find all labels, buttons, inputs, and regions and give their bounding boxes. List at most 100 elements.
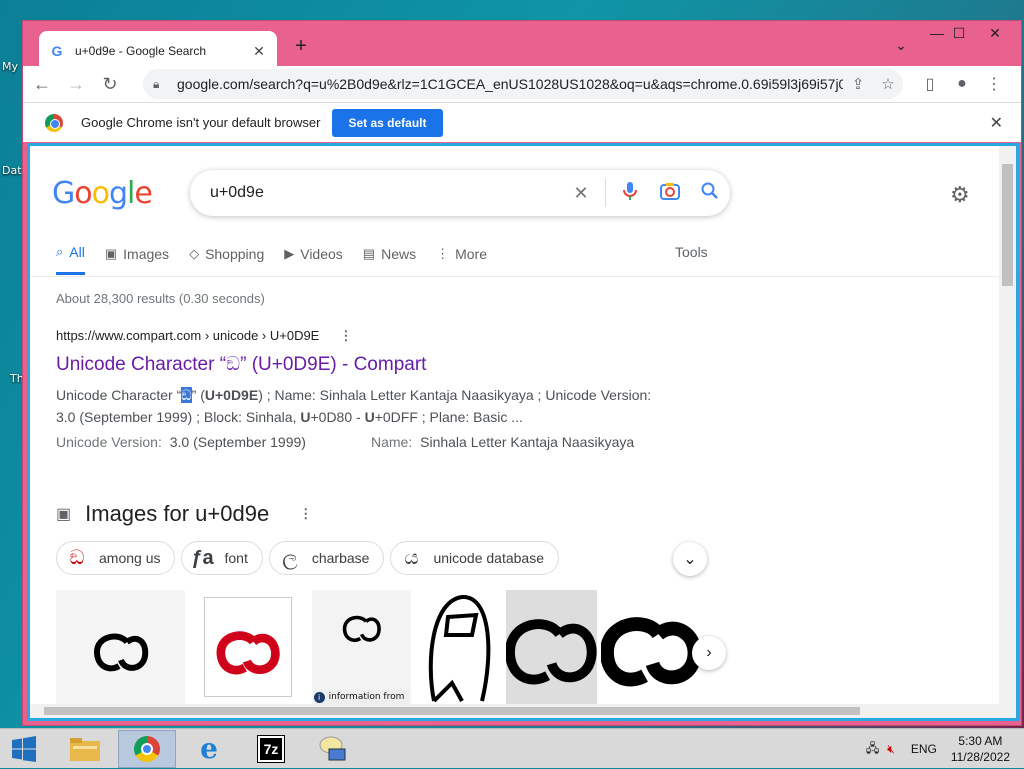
share-icon[interactable]: ⇪	[843, 75, 873, 93]
camera-lens-icon[interactable]	[650, 182, 690, 205]
internet-explorer-icon[interactable]: e	[180, 730, 238, 768]
chip-charbase[interactable]: ල charbase	[268, 541, 385, 575]
muted-speaker-icon[interactable]: 🔇︎	[887, 742, 895, 757]
snippet-bold: U	[300, 409, 311, 425]
tools-button[interactable]: Tools	[675, 244, 708, 260]
result-more-kebab-icon[interactable]: ⋮	[339, 328, 352, 343]
microphone-icon[interactable]	[610, 181, 650, 206]
scroll-thumb[interactable]	[44, 707, 860, 715]
search-input[interactable]: u+0d9e	[210, 184, 561, 202]
reload-icon[interactable]: ↻	[95, 69, 125, 99]
chip-among-us[interactable]: ඞ among us	[56, 541, 176, 575]
tab-shopping[interactable]: ◇ Shopping	[189, 244, 264, 275]
image-icon: ▣	[104, 245, 118, 261]
settings-gear-icon[interactable]: ⚙	[950, 182, 970, 208]
fact-value: Sinhala Letter Kantaja Naasikyaya	[420, 434, 635, 450]
remote-desktop-icon[interactable]	[304, 730, 362, 768]
start-windows-icon[interactable]	[0, 729, 48, 769]
new-tab-button[interactable]: +	[289, 35, 313, 59]
set-as-default-button[interactable]: Set as default	[332, 108, 443, 137]
image-thumbnail[interactable]	[600, 590, 704, 704]
image-icon: ▣	[56, 506, 72, 523]
vertical-scrollbar[interactable]	[999, 146, 1016, 718]
tab-label: Videos	[300, 245, 343, 262]
info-icon: i	[313, 691, 325, 703]
url-text[interactable]: google.com/search?q=u%2B0d9e&rlz=1C1GCEA…	[177, 76, 843, 92]
image-thumbnail[interactable]	[505, 590, 597, 704]
tab-label: All	[69, 244, 85, 260]
side-panel-icon[interactable]: ▯	[915, 69, 945, 99]
thumbs-next-chevron-icon[interactable]: ›	[692, 636, 726, 670]
snippet-text: ” (	[191, 387, 205, 403]
tabs-divider	[30, 276, 1000, 277]
google-logo[interactable]: Google	[52, 176, 153, 211]
browser-tab[interactable]: G u+0d9e - Google Search ✕	[39, 31, 277, 71]
images-section-header: ▣ Images for u+0d9e ⋮	[56, 501, 312, 527]
system-tray: 🖧︎ 🔇︎ ENG 5:30 AM 11/28/2022	[866, 729, 1010, 769]
tab-more[interactable]: ⋮ More	[436, 244, 487, 275]
result-facts: Unicode Version: 3.0 (September 1999) Na…	[56, 434, 666, 450]
horizontal-scrollbar[interactable]	[30, 704, 1016, 718]
tag-icon: ◇	[189, 245, 200, 261]
search-icon[interactable]	[690, 182, 730, 205]
images-kebab-icon[interactable]: ⋮	[299, 506, 312, 522]
desktop-icon-label[interactable]: My	[2, 60, 18, 73]
tab-close-icon[interactable]: ✕	[251, 43, 267, 60]
close-window-button[interactable]: ✕	[975, 23, 1015, 45]
chip-font[interactable]: ƒa font	[181, 541, 263, 575]
language-indicator[interactable]: ENG	[911, 742, 937, 756]
result-title-link[interactable]: Unicode Character “ඞ” (U+0D9E) - Compart	[56, 354, 666, 376]
tab-label: More	[455, 245, 488, 262]
search-icon: ⌕	[56, 244, 64, 259]
lock-icon[interactable]: 🔒︎	[153, 77, 167, 92]
logo-letter: o	[91, 176, 110, 211]
forward-arrow-icon[interactable]: →	[61, 69, 91, 99]
result-cite[interactable]: https://www.compart.com › unicode › U+0D…	[56, 328, 666, 344]
file-explorer-icon[interactable]	[56, 730, 114, 768]
image-thumbnail[interactable]: i information from	[311, 590, 411, 704]
image-thumbnail[interactable]	[56, 590, 185, 704]
chip-label: unicode database	[433, 550, 544, 566]
snippet-text: +0DFF ; Plane: Basic ...	[374, 409, 523, 425]
image-thumbnail[interactable]	[414, 590, 502, 704]
7zip-icon[interactable]: 7z	[242, 730, 300, 768]
tab-news[interactable]: ▤ News	[363, 244, 416, 275]
logo-letter: G	[52, 176, 75, 211]
infobar-close-icon[interactable]: ✕	[990, 113, 1003, 133]
profile-avatar-icon[interactable]: ●	[947, 69, 977, 99]
news-icon: ▤	[362, 245, 376, 261]
tab-search-chevron-icon[interactable]: ⌄	[881, 35, 921, 57]
maximize-button[interactable]: ☐	[939, 23, 979, 45]
tab-all[interactable]: ⌕ All	[56, 244, 85, 275]
result-url[interactable]: https://www.compart.com › unicode › U+0D…	[56, 328, 319, 343]
chip-thumb: ƒa	[191, 546, 214, 569]
chip-unicode-database[interactable]: ය unicode database	[390, 541, 559, 575]
address-bar[interactable]: 🔒︎ google.com/search?q=u%2B0d9e&rlz=1C1G…	[143, 69, 903, 99]
search-divider	[605, 179, 606, 207]
menu-kebab-icon[interactable]: ⋮	[979, 69, 1009, 99]
tab-videos[interactable]: ▶ Videos	[284, 244, 343, 275]
desktop-icon-label[interactable]: Dat	[2, 164, 22, 177]
red-glyph-box	[204, 597, 293, 697]
logo-letter: g	[108, 176, 128, 211]
tab-label: Shopping	[205, 245, 265, 262]
play-icon: ▶	[284, 245, 295, 261]
chips-next-chevron-icon[interactable]: ⌄	[673, 542, 707, 576]
back-arrow-icon[interactable]: ←	[27, 69, 57, 99]
scroll-thumb[interactable]	[1002, 164, 1013, 286]
tab-title: u+0d9e - Google Search	[75, 44, 207, 58]
clear-icon[interactable]: ✕	[561, 183, 601, 204]
clock[interactable]: 5:30 AM 11/28/2022	[951, 733, 1010, 765]
search-tabs: ⌕ All ▣ Images ◇ Shopping ▶ Videos ▤ News ⋮ Mo…	[56, 244, 507, 275]
sinhala-glyph-image	[342, 615, 381, 642]
tab-images[interactable]: ▣ Images	[105, 244, 169, 275]
image-thumbnail[interactable]	[188, 590, 308, 704]
chrome-taskbar-icon[interactable]	[118, 729, 176, 768]
chip-label: among us	[99, 550, 161, 566]
result-stats: About 28,300 results (0.30 seconds)	[56, 291, 265, 306]
sinhala-glyph-image	[216, 631, 280, 675]
logo-letter: e	[134, 176, 152, 211]
bookmark-star-icon[interactable]: ☆	[873, 75, 903, 93]
among-us-glyph-image	[429, 594, 491, 703]
network-icon[interactable]: 🖧︎	[866, 739, 879, 760]
